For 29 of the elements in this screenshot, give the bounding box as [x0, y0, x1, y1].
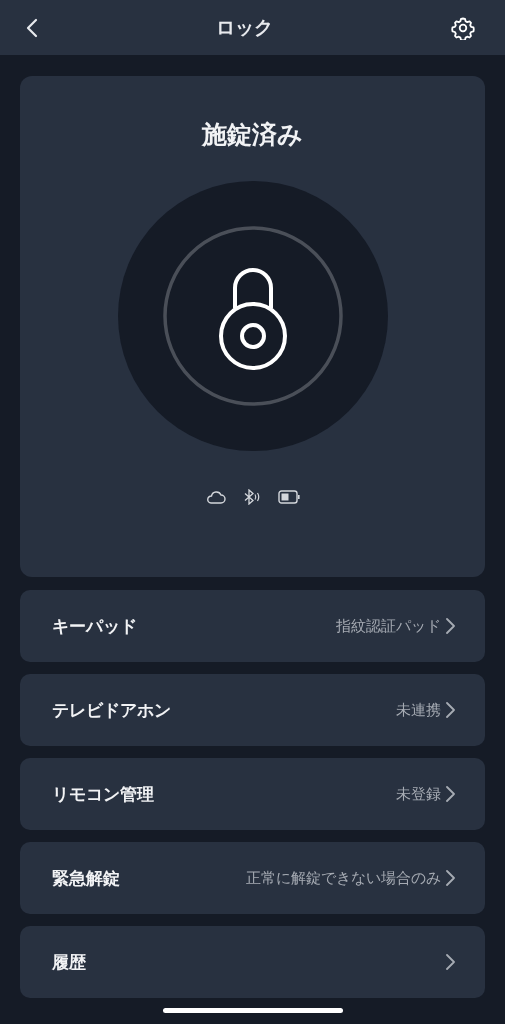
chevron-right-icon [445, 869, 455, 887]
settings-row[interactable]: キーパッド 指紋認証パッド [20, 590, 485, 662]
settings-button[interactable] [451, 15, 475, 40]
back-icon [26, 17, 38, 38]
settings-icon [451, 15, 475, 40]
back-button[interactable] [26, 17, 38, 38]
row-value: 正常に解錠できない場合のみ [246, 868, 441, 888]
ring-icon [162, 226, 343, 406]
settings-row[interactable]: テレビドアホン 未連携 [20, 674, 485, 746]
row-label: 履歴 [52, 950, 86, 974]
row-label: 緊急解錠 [52, 866, 120, 890]
cloud-icon [205, 490, 226, 504]
settings-row[interactable]: リモコン管理 未登録 [20, 758, 485, 830]
screen-title: ロック [216, 14, 273, 40]
lock-status: 施錠済み [202, 119, 303, 151]
row-label: キーパッド [52, 614, 137, 638]
settings-row[interactable]: 履歴 [20, 926, 485, 998]
chevron-right-icon [445, 701, 455, 719]
settings-row[interactable]: 緊急解錠 正常に解錠できない場合のみ [20, 842, 485, 914]
chevron-right-icon [445, 617, 455, 635]
padlock-icon [218, 268, 287, 370]
row-label: テレビドアホン [52, 698, 171, 722]
chevron-right-icon [445, 953, 455, 971]
row-value: 未登録 [396, 784, 441, 804]
chevron-right-icon [445, 785, 455, 803]
battery-icon [277, 490, 300, 504]
row-value: 指紋認証パッド [336, 616, 441, 636]
row-label: リモコン管理 [52, 782, 154, 806]
row-value: 未連携 [396, 700, 441, 720]
